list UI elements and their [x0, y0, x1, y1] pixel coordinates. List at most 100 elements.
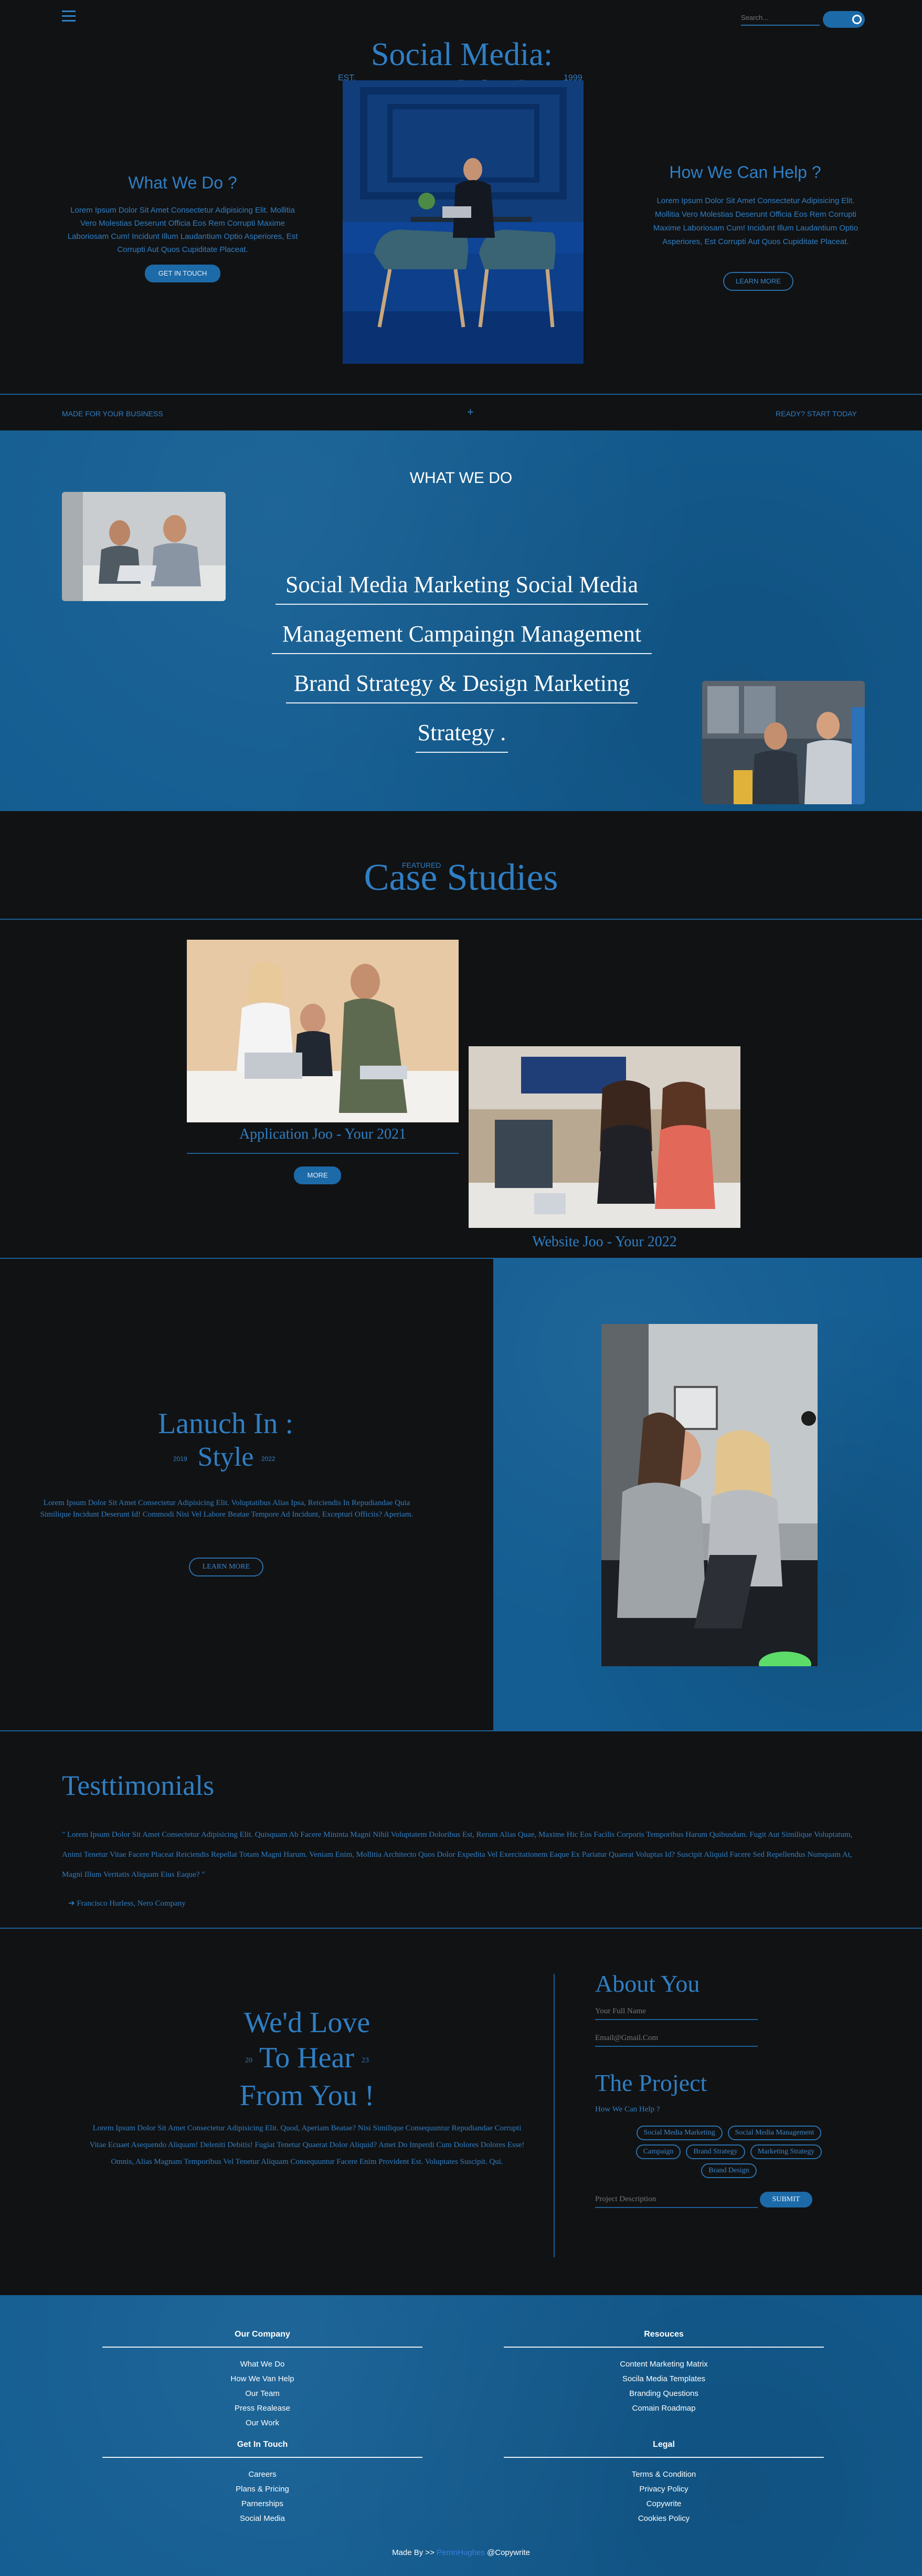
- footer-link-social-media[interactable]: Social Media: [102, 2511, 422, 2526]
- service-text-4: Strategy .: [417, 720, 506, 745]
- submit-button[interactable]: SUBMIT: [760, 2192, 812, 2207]
- service-chips: Social Media Marketing Social Media Mana…: [595, 2123, 863, 2180]
- meeting-photo-right: [702, 681, 865, 804]
- made-by-label: Made By >>: [392, 2548, 434, 2557]
- chip-social-media-management[interactable]: Social Media Management: [727, 2126, 822, 2140]
- testimonials-divider: [0, 1928, 922, 1929]
- contact-title-line1: We'd Love: [243, 2006, 370, 2039]
- footer-link-our-work[interactable]: Our Work: [102, 2416, 422, 2431]
- service-text-1: Social Media Marketing Social Media: [285, 572, 639, 597]
- project-description-input[interactable]: [595, 2192, 758, 2208]
- footer-link-content-matrix[interactable]: Content Marketing Matrix: [504, 2357, 824, 2372]
- chip-brand-strategy[interactable]: Brand Strategy: [686, 2144, 745, 2159]
- toggle-knob: [852, 15, 862, 24]
- footer-link-press-release[interactable]: Press Realease: [102, 2401, 422, 2416]
- copyright-label: @Copywrite: [487, 2548, 530, 2557]
- footer-link-pricing[interactable]: Plans & Pricing: [102, 2482, 422, 2497]
- case-study-caption-1: Application Joo - Your 2021: [239, 1126, 407, 1142]
- meeting-photo-left: [62, 492, 226, 601]
- chip-marketing-strategy[interactable]: Marketing Strategy: [750, 2144, 822, 2159]
- footer-resources: Resouces Content Marketing Matrix Socila…: [504, 2330, 824, 2416]
- get-in-touch-button[interactable]: GET IN TOUCH: [145, 265, 220, 282]
- strip-plus: +: [467, 405, 474, 418]
- launch-learn-more-button[interactable]: LEARN MORE: [189, 1558, 263, 1576]
- footer-touch-line: [102, 2457, 422, 2458]
- launch-side-right: 2022: [261, 1455, 275, 1463]
- service-line-4: Strategy .: [247, 719, 677, 769]
- theme-toggle[interactable]: [823, 11, 865, 28]
- menu-icon[interactable]: [62, 10, 76, 22]
- help-label: How We Can Help ?: [595, 2105, 660, 2114]
- footer-touch-title: Get In Touch: [237, 2440, 288, 2449]
- case-studies-divider: [0, 919, 922, 920]
- contact-form: About You The Project How We Can Help ? …: [595, 1970, 868, 2208]
- how-we-help-heading: How We Can Help ?: [669, 163, 821, 182]
- service-line-2: Management Campaingn Management: [247, 621, 677, 670]
- footer: Our Company What We Do How We Van Help O…: [0, 2295, 922, 2576]
- service-text-2: Management Campaingn Management: [282, 621, 642, 647]
- arrow-right-icon: ➔: [68, 1899, 77, 1908]
- contact-body: Lorem Ipsum Dolor Sit Amet Consectetur A…: [89, 2124, 525, 2166]
- footer-link-what-we-do[interactable]: What We Do: [102, 2357, 422, 2372]
- chip-social-media-marketing[interactable]: Social Media Marketing: [636, 2126, 723, 2140]
- underline-2: [272, 653, 652, 654]
- what-we-do-section: WHAT WE DO Social Media Marketing Social…: [0, 430, 922, 811]
- footer-legal: Legal Terms & Condition Privacy Policy C…: [504, 2440, 824, 2526]
- underline-1: [275, 604, 648, 605]
- footer-link-roadmap[interactable]: Comain Roadmap: [504, 2401, 824, 2416]
- footer-legal-line: [504, 2457, 824, 2458]
- footer-touch: Get In Touch Careers Plans & Pricing Par…: [102, 2440, 422, 2526]
- footer-link-partnerships[interactable]: Parnerships: [102, 2497, 422, 2511]
- how-we-help-body: Lorem Ipsum Dolor Sit Amet Consectetur A…: [653, 196, 859, 246]
- case-study-divider-1: [187, 1153, 459, 1154]
- project-title: The Project: [595, 2069, 707, 2096]
- hero-title-line1: Social Media:: [370, 37, 553, 72]
- footer-link-terms[interactable]: Terms & Condition: [504, 2467, 824, 2482]
- footer-link-cookies[interactable]: Cookies Policy: [504, 2511, 824, 2526]
- case-study-more-button[interactable]: MORE: [294, 1166, 341, 1184]
- case-study-photo-2[interactable]: [469, 1046, 740, 1228]
- testimonials-title: Testtimonials: [62, 1770, 215, 1801]
- footer-company: Our Company What We Do How We Van Help O…: [102, 2330, 422, 2431]
- footer-link-careers[interactable]: Careers: [102, 2467, 422, 2482]
- launch-subtitle: Style: [197, 1442, 254, 1472]
- launch-body: Lorem Ipsum Dolor Sit Amet Consectetur A…: [40, 1499, 414, 1519]
- footer-link-privacy[interactable]: Privacy Policy: [504, 2482, 824, 2497]
- underline-4: [416, 752, 508, 753]
- testimonial-quote: " Lorem Ipsum Dolor Sit Amet Consectetur…: [62, 1831, 853, 1879]
- footer-link-our-team[interactable]: Our Team: [102, 2386, 422, 2401]
- footer-legal-title: Legal: [653, 2440, 675, 2449]
- testimonial-author: ➔ Francisco Hurless, Nero Company: [68, 1898, 186, 1908]
- chip-brand-design[interactable]: Brand Design: [701, 2163, 757, 2178]
- footer-link-copywrite[interactable]: Copywrite: [504, 2497, 824, 2511]
- service-line-3: Brand Strategy & Design Marketing: [247, 670, 677, 719]
- search-field[interactable]: [741, 14, 820, 22]
- search-input[interactable]: [741, 13, 820, 26]
- case-study-photo-1[interactable]: [187, 940, 459, 1122]
- section-heading: WHAT WE DO: [409, 469, 513, 487]
- chip-campaign[interactable]: Campaign: [635, 2144, 681, 2159]
- case-study-caption-2: Website Joo - Your 2022: [532, 1234, 677, 1250]
- case-studies-title: Case Studies: [364, 856, 558, 898]
- full-name-input[interactable]: [595, 2004, 758, 2020]
- contact-vertical-divider: [554, 1974, 555, 2257]
- footer-link-branding-questions[interactable]: Branding Questions: [504, 2386, 824, 2401]
- about-you-title: About You: [595, 1970, 700, 1997]
- strip-left: MADE FOR YOUR BUSINESS: [62, 409, 163, 418]
- hero-photo: [343, 80, 584, 364]
- underline-3: [286, 702, 638, 703]
- author-link[interactable]: PerrinHughes: [437, 2548, 485, 2557]
- contact-title-line2-text: To Hear: [259, 2042, 355, 2074]
- launch-photo: [601, 1324, 818, 1666]
- service-line-1: Social Media Marketing Social Media: [247, 571, 677, 621]
- learn-more-button[interactable]: LEARN MORE: [723, 272, 793, 291]
- footer-company-title: Our Company: [235, 2330, 290, 2339]
- author-name: Francisco Hurless, Nero Company: [77, 1899, 186, 1908]
- email-input[interactable]: [595, 2031, 758, 2047]
- launch-title: Lanuch In :: [157, 1407, 294, 1440]
- footer-link-how-we-help[interactable]: How We Van Help: [102, 2372, 422, 2386]
- footer-resources-title: Resouces: [644, 2330, 684, 2339]
- footer-link-templates[interactable]: Socila Media Templates: [504, 2372, 824, 2386]
- footer-company-line: [102, 2347, 422, 2348]
- strip-right: READY? START TODAY: [776, 409, 857, 418]
